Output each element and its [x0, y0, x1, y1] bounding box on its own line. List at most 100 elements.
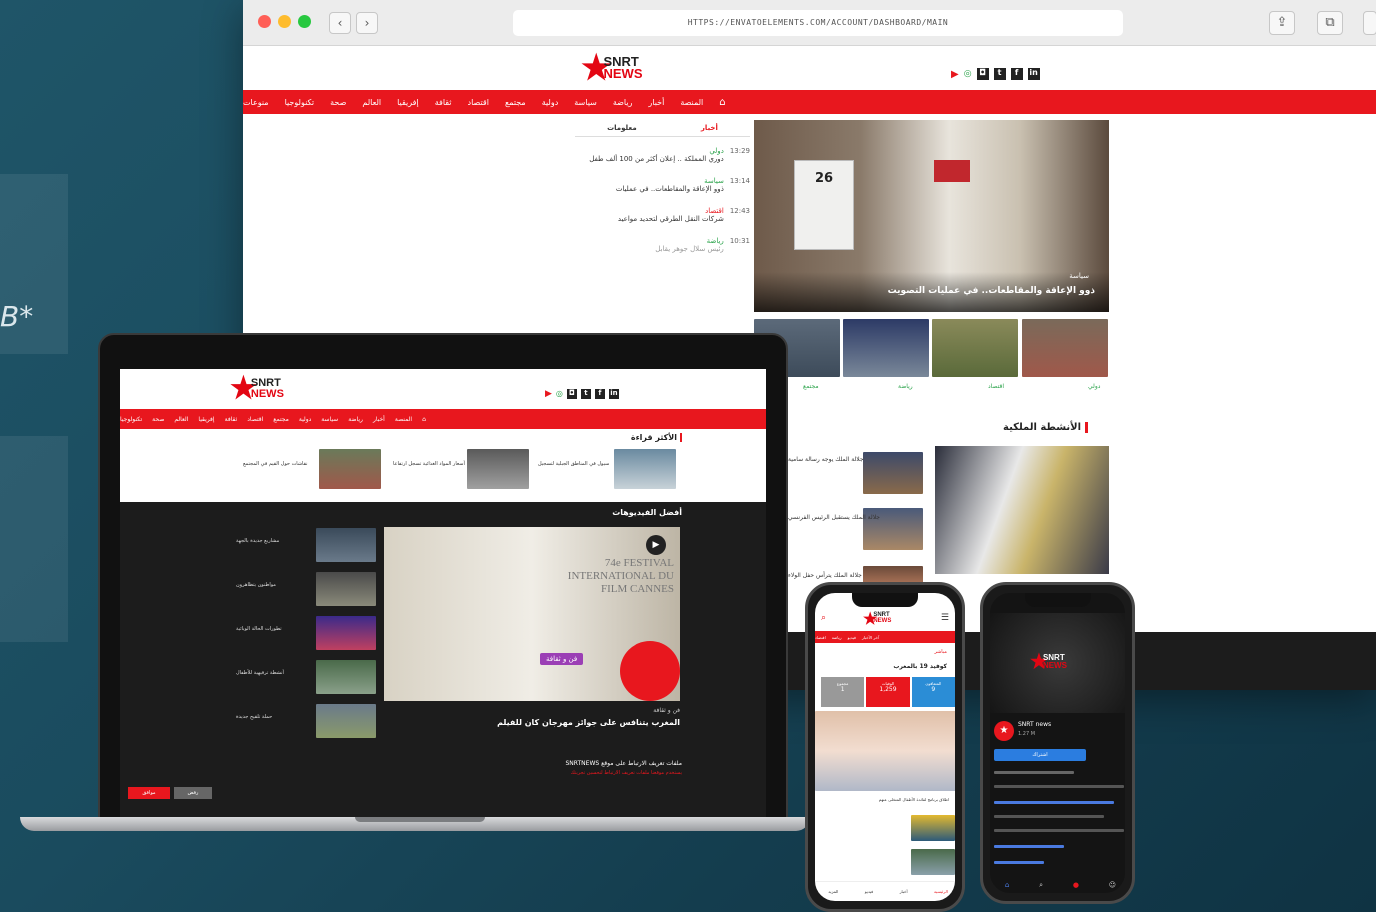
address-bar[interactable]: HTTPS://ENVATOELEMENTS.COM/ACCOUNT/DASHB… [513, 10, 1123, 36]
refuse-button[interactable]: رفض [174, 787, 212, 799]
nav-item-1[interactable]: أخبار [373, 416, 385, 423]
most-read-image[interactable] [614, 449, 676, 489]
home-icon[interactable]: ⌂ [1005, 881, 1009, 889]
maximize-dot[interactable] [298, 15, 311, 28]
section-title-royal[interactable]: الأنشطة الملكية [1003, 422, 1089, 433]
tab-news[interactable]: أخبار [900, 889, 908, 894]
ticker-item[interactable]: 10:31 رياضة رئيس سلال جوهر يقابل [575, 237, 750, 253]
phone-thumb[interactable] [911, 849, 955, 875]
linkedin-icon[interactable]: in [1027, 68, 1040, 80]
royal-item-text[interactable]: جلالة الملك يستقبل الرئيس الفرنسي [788, 514, 880, 521]
nav-item-12[interactable]: منوعات [243, 98, 269, 107]
nav-item-6[interactable]: اقتصاد [468, 98, 489, 107]
youtube-icon[interactable]: ▶ [951, 69, 959, 80]
video-list-text[interactable]: حملة تلقيح جديدة [236, 714, 272, 720]
share-button[interactable]: ⇪ [1269, 11, 1295, 35]
nav-item-11[interactable]: تكنولوجيا [120, 416, 142, 423]
main-video[interactable]: 74e FESTIVAL INTERNATIONAL DU FILM CANNE… [384, 527, 680, 701]
tab-info[interactable]: معلومات [607, 124, 637, 132]
nav-item-10[interactable]: صحة [152, 416, 164, 423]
notification-icon[interactable]: ● [1073, 881, 1079, 889]
nav-item-2[interactable]: رياضة [613, 98, 633, 107]
most-read-text[interactable]: نقاشات حول القيم في المجتمع [243, 461, 307, 467]
hero-image[interactable]: 26 سياسة ذوو الإعاقة والمقاطعات.. في عمل… [754, 120, 1109, 312]
close-dot[interactable] [258, 15, 271, 28]
royal-item-text[interactable]: جلالة الملك يترأس حفل الولاء [788, 572, 862, 579]
news-card-image[interactable] [1022, 319, 1108, 377]
podcast-icon[interactable]: ◎ [964, 69, 972, 79]
video-list-thumb[interactable] [316, 528, 376, 562]
nav-item-2[interactable]: رياضة [348, 416, 363, 423]
ticker-item[interactable]: 12:43 اقتصاد شركات النقل الطرقي لتحديد مو… [575, 207, 750, 223]
most-read-image[interactable] [319, 449, 381, 489]
nav-item-1[interactable]: أخبار [648, 98, 664, 107]
back-button[interactable]: ‹ [329, 12, 351, 34]
twitter-icon[interactable]: t [580, 389, 591, 399]
phone-menu-item[interactable]: رياضة [832, 635, 842, 640]
search-icon[interactable]: ⌕ [821, 613, 826, 623]
video-caption[interactable]: المغرب يتنافس على جوائز مهرجان كان للفيل… [497, 718, 680, 727]
nav-item-0[interactable]: المنصة [395, 416, 412, 423]
phone-menu-item[interactable]: آخر الأخبار [862, 635, 879, 640]
sidebar-button[interactable] [1363, 11, 1376, 35]
facebook-icon[interactable]: f [594, 389, 605, 399]
news-card-image[interactable] [932, 319, 1018, 377]
most-read-text[interactable]: سيول في المناطق الجبلية لتسجيل [538, 461, 609, 467]
minimize-dot[interactable] [278, 15, 291, 28]
facebook-icon[interactable]: f [1010, 68, 1023, 80]
nav-item-7[interactable]: ثقافة [435, 98, 452, 107]
nav-item-3[interactable]: سياسة [321, 416, 338, 423]
video-list-text[interactable]: تطورات الحالة الوبائية [236, 626, 282, 632]
forward-button[interactable]: › [356, 12, 378, 34]
profile-icon[interactable]: ☺ [1109, 881, 1116, 889]
youtube-icon[interactable]: ▶ [545, 389, 552, 399]
phone-article-image[interactable] [815, 711, 955, 791]
live-tag[interactable]: مباشر [934, 649, 947, 655]
instagram-icon[interactable]: ◘ [566, 389, 577, 399]
phone-logo[interactable]: ★ SNRT NEWS [863, 609, 891, 629]
video-list-text[interactable]: أنشطة ترفيهية للأطفال [236, 670, 284, 676]
video-list-thumb[interactable] [316, 660, 376, 694]
video-list-thumb[interactable] [316, 572, 376, 606]
most-read-text[interactable]: أسعار المواد الغذائية تسجل ارتفاعا [393, 461, 465, 467]
phone-menu-item[interactable]: اقتصاد [815, 635, 826, 640]
channel-logo[interactable]: ★ SNRT NEWS [1030, 649, 1067, 674]
nav-item-8[interactable]: إفريقيا [397, 98, 419, 107]
phone-menu-item[interactable]: فيديو [848, 635, 856, 640]
nav-item-8[interactable]: إفريقيا [198, 416, 214, 423]
news-card-image[interactable] [843, 319, 929, 377]
nav-item-5[interactable]: مجتمع [505, 98, 526, 107]
tab-news[interactable]: أخبار [701, 124, 718, 132]
royal-thumb[interactable] [863, 452, 923, 494]
search-icon[interactable]: ⌕ [1039, 881, 1043, 890]
nav-item-5[interactable]: مجتمع [273, 416, 289, 423]
channel-avatar[interactable]: ★ [994, 721, 1014, 741]
phone-article-text[interactable]: اطلاق برنامج لفائدة الأطفال المتخلى عنهم [879, 797, 949, 802]
tabs-button[interactable]: ⧉ [1317, 11, 1343, 35]
laptop-logo[interactable]: ★ SNRT NEWS [230, 371, 284, 406]
nav-item-4[interactable]: دولية [299, 416, 311, 423]
podcast-icon[interactable]: ◎ [556, 389, 563, 399]
instagram-icon[interactable]: ◘ [976, 68, 989, 80]
nav-item-7[interactable]: ثقافة [225, 416, 238, 423]
most-read-image[interactable] [467, 449, 529, 489]
ticker-item[interactable]: 13:14 سياسة ذوو الإعاقة والمقاطعات.. في ع… [575, 177, 750, 193]
nav-item-11[interactable]: تكنولوجيا [285, 98, 315, 107]
tab-home[interactable]: الرئيسية [934, 889, 948, 894]
royal-feature-image[interactable] [935, 446, 1109, 574]
menu-icon[interactable]: ☰ [941, 613, 949, 623]
linkedin-icon[interactable]: in [608, 389, 619, 399]
video-list-text[interactable]: مواطنون يتظاهرون [236, 582, 276, 588]
nav-item-9[interactable]: العالم [362, 98, 381, 107]
tab-more[interactable]: المزيد [828, 889, 838, 894]
ticker-item[interactable]: 13:29 دولي دوري المملكة .. إعلان أكثر من … [575, 147, 750, 163]
home-icon[interactable]: ⌂ [422, 416, 426, 423]
nav-item-10[interactable]: صحة [330, 98, 346, 107]
play-icon[interactable]: ▶ [646, 535, 666, 555]
tab-video[interactable]: فيديو [865, 889, 873, 894]
video-list-thumb[interactable] [316, 616, 376, 650]
video-list-text[interactable]: مشاريع جديدة بالجهة [236, 538, 279, 544]
nav-item-0[interactable]: المنصة [680, 98, 703, 107]
subscribe-button[interactable]: اشتراك [994, 749, 1086, 761]
nav-item-4[interactable]: دولية [542, 98, 559, 107]
